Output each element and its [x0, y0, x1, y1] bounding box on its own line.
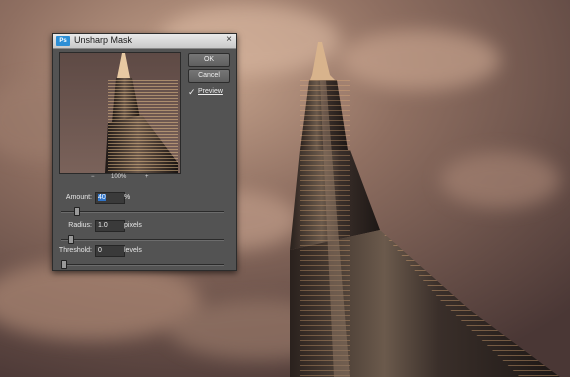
threshold-input[interactable]: 0 [95, 245, 125, 257]
dialog-title: Unsharp Mask [74, 35, 133, 45]
cancel-button[interactable]: Cancel [188, 69, 230, 83]
zoom-controls: − 100% + [59, 174, 179, 184]
zoom-level: 100% [111, 174, 127, 180]
amount-slider[interactable] [61, 211, 224, 213]
radius-slider-thumb[interactable] [67, 235, 74, 244]
zoom-out-icon[interactable]: − [91, 174, 95, 180]
amount-slider-thumb[interactable] [74, 207, 81, 216]
close-icon[interactable]: × [226, 34, 232, 45]
radius-label: Radius: [68, 222, 92, 229]
checkbox-icon[interactable]: ✓ [188, 87, 198, 97]
threshold-label: Threshold: [58, 247, 92, 254]
amount-label: Amount: [65, 194, 92, 201]
threshold-unit: levels [124, 247, 142, 254]
dialog-titlebar[interactable]: Ps Unsharp Mask × [53, 34, 236, 49]
preview-checkbox-label[interactable]: Preview [198, 88, 223, 95]
zoom-in-icon[interactable]: + [145, 174, 149, 180]
radius-input[interactable]: 1.0 [95, 220, 125, 232]
preview-thumbnail[interactable] [59, 52, 181, 174]
amount-unit: % [124, 194, 131, 201]
amount-input[interactable]: 40 [95, 192, 125, 204]
amount-value: 40 [98, 194, 106, 201]
threshold-slider-thumb[interactable] [61, 260, 67, 269]
unsharp-mask-dialog: Ps Unsharp Mask × − 100% + OK Cancel ✓ P… [52, 33, 237, 271]
app-icon: Ps [56, 36, 70, 46]
radius-unit: pixels [124, 222, 142, 229]
radius-slider[interactable] [61, 239, 224, 241]
ok-button[interactable]: OK [188, 53, 230, 67]
threshold-slider[interactable] [61, 264, 224, 266]
preview-image [60, 53, 180, 173]
